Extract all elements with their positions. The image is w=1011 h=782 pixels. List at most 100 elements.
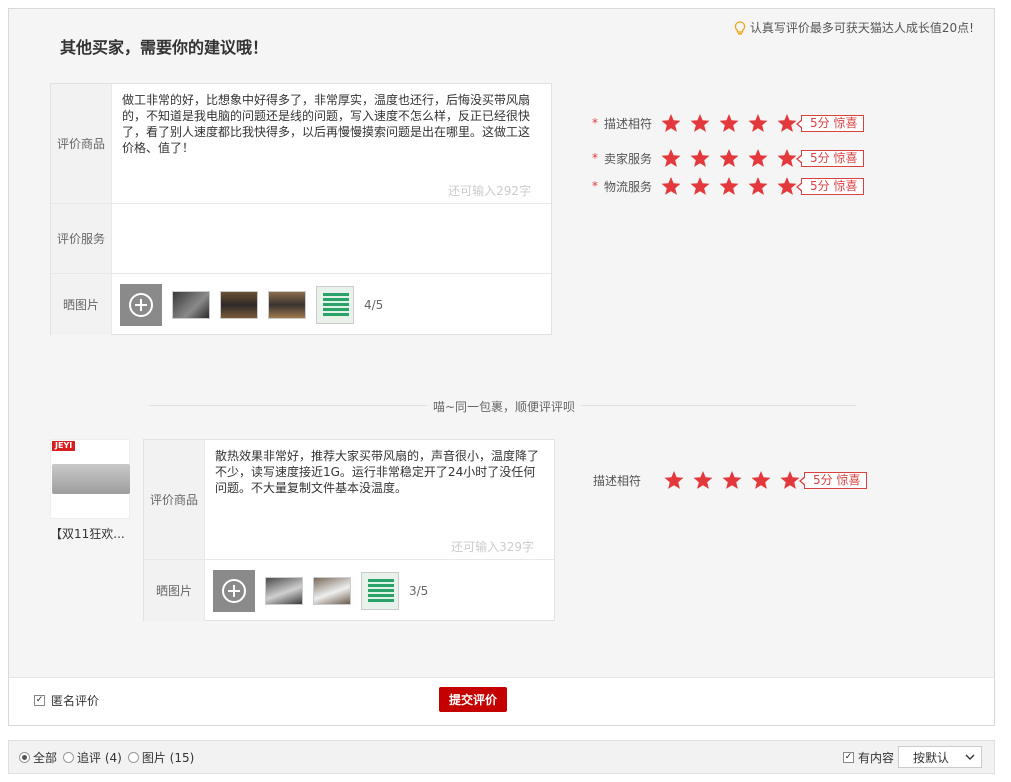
filter-right: ✓ 有内容 按默认 — [842, 746, 982, 768]
product-review-textarea[interactable]: 散热效果非常好，推荐大家买带风扇的，声音很小，温度降了不少，读写速度接近1G。运… — [205, 440, 554, 559]
brand-logo: JEYI — [52, 441, 76, 451]
filter-followup[interactable]: 追评 (4) — [63, 749, 122, 766]
radio-all[interactable] — [19, 751, 30, 763]
rating-label: 描述相符 — [604, 116, 653, 131]
photo-thumbnail[interactable] — [265, 576, 303, 605]
review-panel: 其他买家，需要你的建议哦！ 认真写评价最多可获天猫达人成长值20点! 评价商品 … — [8, 8, 995, 726]
review-form-1: 评价商品 做工非常的好，比想象中好得多了，非常厚实，温度也还行，后悔没买带风扇的… — [50, 83, 552, 335]
star-rating[interactable] — [663, 469, 801, 491]
review-filter-bar: 全部 追评 (4) 图片 (15) ✓ 有内容 按默认 — [8, 740, 995, 774]
photo-list: 4/5 — [112, 274, 551, 335]
page-title: 其他买家，需要你的建议哦！ — [60, 38, 269, 57]
photo-list: 3/5 — [205, 560, 554, 621]
growth-tip-text: 认真写评价最多可获天猫达人成长值20点! — [749, 21, 974, 35]
star-icon[interactable] — [776, 112, 798, 134]
rating-label: 物流服务 — [604, 179, 653, 194]
star-icon[interactable] — [689, 147, 711, 169]
product-review-textarea[interactable]: 做工非常的好，比想象中好得多了，非常厚实，温度也还行，后悔没买带风扇的，不知道是… — [112, 84, 551, 203]
rating-row-seller: * 卖家服务 5分 惊喜 — [592, 144, 865, 172]
filter-all[interactable]: 全部 — [19, 749, 57, 766]
star-icon[interactable] — [689, 175, 711, 197]
submit-bar: ✓ 匿名评价 提交评价 — [9, 677, 994, 725]
has-content-checkbox[interactable]: ✓ — [842, 751, 854, 763]
photo-thumbnail[interactable] — [268, 290, 306, 319]
sort-select[interactable]: 按默认 — [898, 746, 982, 768]
product-review-text: 散热效果非常好，推荐大家买带风扇的，声音很小，温度降了不少，读写速度接近1G。运… — [215, 449, 540, 495]
add-photo-button[interactable] — [213, 569, 255, 612]
star-icon[interactable] — [747, 175, 769, 197]
star-icon[interactable] — [660, 112, 682, 134]
add-photo-button[interactable] — [120, 283, 162, 326]
submit-review-button[interactable]: 提交评价 — [439, 687, 508, 712]
rating-row-description: * 描述相符 5分 惊喜 — [592, 109, 865, 137]
product-image[interactable]: JEYI — [50, 439, 130, 519]
star-icon[interactable] — [779, 469, 801, 491]
photo-thumbnail[interactable] — [172, 290, 210, 319]
char-counter: 还可输入292字 — [448, 184, 531, 198]
photo-thumbnail[interactable] — [361, 571, 399, 610]
ratings-2: 描述相符 5分 惊喜 — [593, 466, 868, 494]
product-photo — [52, 464, 130, 494]
star-icon[interactable] — [660, 175, 682, 197]
star-icon[interactable] — [718, 112, 740, 134]
star-icon[interactable] — [692, 469, 714, 491]
radio-followup[interactable] — [63, 751, 75, 763]
star-icon[interactable] — [663, 469, 685, 491]
product-name[interactable]: 【双11狂欢... — [50, 525, 125, 542]
anonymous-checkbox[interactable]: ✓ — [34, 695, 45, 706]
score-badge: 5分 惊喜 — [795, 177, 865, 195]
photo-count: 4/5 — [364, 297, 384, 312]
filter-images[interactable]: 图片 (15) — [127, 749, 195, 766]
star-rating[interactable] — [660, 147, 798, 169]
star-icon[interactable] — [776, 175, 798, 197]
divider-text: 喵~同一包裹，顺便评评呗 — [427, 398, 582, 415]
star-icon[interactable] — [747, 112, 769, 134]
star-icon[interactable] — [750, 469, 772, 491]
photo-thumbnail[interactable] — [220, 290, 258, 319]
service-review-label: 评价服务 — [51, 204, 112, 273]
filter-followup-label: 追评 (4) — [77, 750, 122, 765]
product-review-label: 评价商品 — [51, 84, 112, 203]
rating-label: 描述相符 — [593, 473, 642, 488]
photo-thumbnail[interactable] — [313, 576, 351, 605]
star-icon[interactable] — [747, 147, 769, 169]
star-icon[interactable] — [776, 147, 798, 169]
star-icon[interactable] — [721, 469, 743, 491]
score-badge: 5分 惊喜 — [795, 149, 865, 167]
star-rating[interactable] — [660, 112, 798, 134]
photo-thumbnail[interactable] — [316, 285, 354, 324]
sort-value: 按默认 — [913, 750, 950, 765]
service-review-textarea[interactable] — [112, 204, 551, 273]
product-review-label: 评价商品 — [144, 440, 205, 559]
anonymous-label: 匿名评价 — [51, 694, 100, 708]
photo-count: 3/5 — [409, 583, 429, 598]
star-icon[interactable] — [718, 147, 740, 169]
filter-images-label: 图片 (15) — [141, 750, 195, 765]
anonymous-option[interactable]: ✓ 匿名评价 — [34, 692, 99, 709]
has-content-label: 有内容 — [857, 750, 894, 765]
photos-label: 晒图片 — [51, 274, 112, 335]
growth-tip: 认真写评价最多可获天猫达人成长值20点! — [734, 19, 974, 36]
rating-row-logistics: * 物流服务 5分 惊喜 — [592, 172, 865, 200]
star-rating[interactable] — [660, 175, 798, 197]
required-mark: * — [592, 179, 598, 193]
photos-label: 晒图片 — [144, 560, 205, 621]
star-icon[interactable] — [689, 112, 711, 134]
review-form-2: 评价商品 散热效果非常好，推荐大家买带风扇的，声音很小，温度降了不少，读写速度接… — [143, 439, 555, 621]
char-counter: 还可输入329字 — [451, 540, 534, 554]
required-mark: * — [592, 151, 598, 165]
star-icon[interactable] — [660, 147, 682, 169]
rating-row-description: 描述相符 5分 惊喜 — [593, 466, 868, 494]
product-review-text: 做工非常的好，比想象中好得多了，非常厚实，温度也还行，后悔没买带风扇的，不知道是… — [122, 93, 531, 155]
ratings-1: * 描述相符 5分 惊喜 * 卖家服务 5分 惊喜 * 物流服务 5分 惊喜 — [592, 109, 865, 200]
radio-images[interactable] — [127, 751, 139, 763]
star-icon[interactable] — [718, 175, 740, 197]
filter-all-label: 全部 — [33, 750, 58, 765]
chevron-down-icon — [965, 754, 975, 760]
score-badge: 5分 惊喜 — [798, 471, 868, 489]
lightbulb-icon — [734, 20, 746, 34]
plus-circle-icon — [129, 292, 153, 317]
required-mark: * — [592, 116, 598, 130]
score-badge: 5分 惊喜 — [795, 114, 865, 132]
rating-label: 卖家服务 — [604, 151, 653, 166]
